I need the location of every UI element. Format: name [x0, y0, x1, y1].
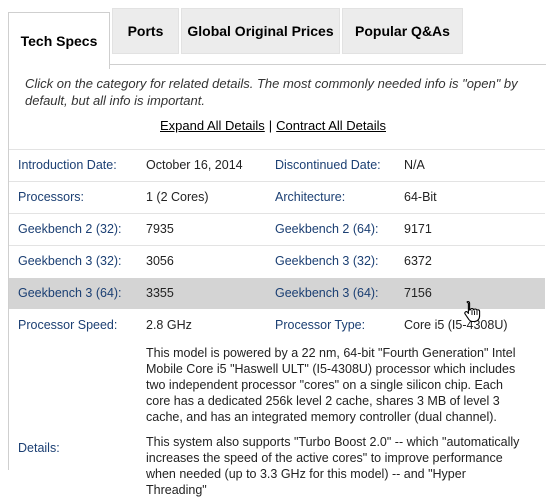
spec-label: Geekbench 3 (32): — [18, 254, 122, 268]
intro-text: Click on the category for related detail… — [25, 76, 518, 108]
spec-value: N/A — [404, 158, 425, 172]
tab-popular-qas[interactable]: Popular Q&As — [342, 8, 463, 54]
spec-value: October 16, 2014 — [146, 158, 243, 172]
spec-label: Geekbench 2 (64): — [275, 222, 379, 236]
spec-label: Architecture: — [275, 190, 346, 204]
spec-row-processors[interactable]: Processors: 1 (2 Cores) Architecture: 64… — [9, 181, 545, 213]
spec-value: 3355 — [146, 286, 174, 300]
tab-label: Global Original Prices — [187, 23, 334, 39]
spec-label: Geekbench 3 (64): — [18, 286, 122, 300]
link-separator: | — [268, 118, 273, 133]
spec-value: 3056 — [146, 254, 174, 268]
spec-value: 1 (2 Cores) — [146, 190, 209, 204]
tab-label: Ports — [127, 23, 164, 39]
spec-value: 6372 — [404, 254, 432, 268]
expand-all-link[interactable]: Expand All Details — [160, 118, 265, 133]
spec-value: 7935 — [146, 222, 174, 236]
tab-label: Popular Q&As — [355, 23, 450, 39]
spec-value: 64-Bit — [404, 190, 437, 204]
spec-value: 2.8 GHz — [146, 318, 192, 332]
spec-label: Processors: — [18, 190, 84, 204]
tab-global-original-prices[interactable]: Global Original Prices — [181, 8, 340, 54]
tab-ports[interactable]: Ports — [112, 8, 179, 54]
spec-label: Geekbench 3 (32): — [275, 254, 379, 268]
details-label[interactable]: Details: — [18, 441, 60, 455]
spec-value: Core i5 (I5-4308U) — [404, 318, 508, 332]
contract-all-link[interactable]: Contract All Details — [276, 118, 386, 133]
spec-label: Introduction Date: — [18, 158, 117, 172]
details-paragraph-1: This model is powered by a 22 nm, 64-bit… — [146, 346, 516, 424]
spec-label: Geekbench 3 (64): — [275, 286, 379, 300]
spec-row-geekbench-2[interactable]: Geekbench 2 (32): 7935 Geekbench 2 (64):… — [9, 213, 545, 245]
spec-label: Discontinued Date: — [275, 158, 381, 172]
hand-pointer-icon — [463, 300, 481, 327]
spec-row-introduction-date[interactable]: Introduction Date: October 16, 2014 Disc… — [9, 149, 545, 181]
tab-tech-specs[interactable]: Tech Specs — [8, 12, 110, 69]
spec-label: Processor Type: — [275, 318, 366, 332]
details-paragraph-2: This system also supports "Turbo Boost 2… — [146, 435, 520, 497]
expand-contract-links: Expand All Details | Contract All Details — [0, 118, 546, 133]
tab-label: Tech Specs — [20, 33, 98, 49]
spec-row-geekbench-3-32[interactable]: Geekbench 3 (32): 3056 Geekbench 3 (32):… — [9, 245, 545, 277]
spec-value: 7156 — [404, 286, 432, 300]
spec-label: Processor Speed: — [18, 318, 118, 332]
spec-value: 9171 — [404, 222, 432, 236]
spec-label: Geekbench 2 (32): — [18, 222, 122, 236]
